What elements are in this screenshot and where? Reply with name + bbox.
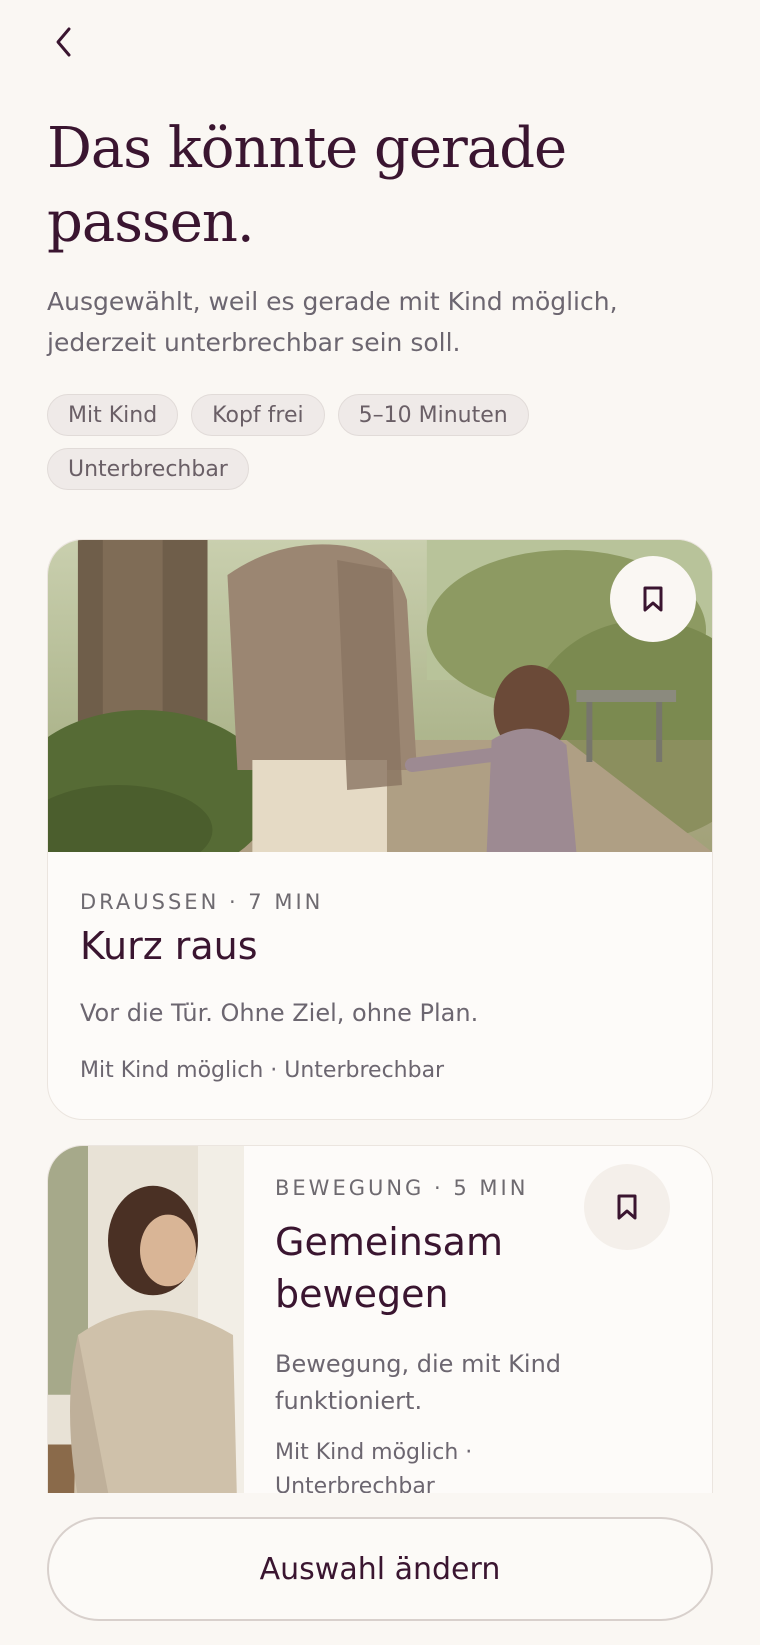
chevron-left-icon [56, 27, 71, 57]
card-title: Gemeinsam bewegen [275, 1220, 503, 1316]
card-title: Kurz raus [80, 924, 258, 968]
bookmark-button[interactable] [584, 1164, 670, 1250]
bookmark-button[interactable] [610, 556, 696, 642]
suggestion-card[interactable]: DRAUSSEN · 7 MIN Kurz raus Vor die Tür. … [47, 539, 713, 1120]
bookmark-icon [643, 586, 663, 612]
suggestion-card[interactable]: BEWEGUNG · 5 MIN Gemeinsam bewegen Beweg… [47, 1145, 713, 1545]
chip-mit-kind[interactable]: Mit Kind [47, 394, 179, 436]
page-subtitle: Ausgewählt, weil es gerade mit Kind mögl… [47, 287, 618, 357]
chip-kopf-frei[interactable]: Kopf frei [191, 394, 325, 436]
chip-unterbrechbar[interactable]: Unterbrechbar [47, 448, 249, 490]
card-photo-woman [48, 1146, 244, 1544]
filter-chips: Mit Kind Kopf frei 5–10 Minuten Unterbre… [47, 394, 727, 490]
chip-duration[interactable]: 5–10 Minuten [337, 394, 529, 436]
card-description: Bewegung, die mit Kind funktioniert. [275, 1350, 562, 1415]
card-description: Vor die Tür. Ohne Ziel, ohne Plan. [80, 999, 479, 1027]
card-meta: DRAUSSEN · 7 MIN [80, 890, 324, 914]
card-meta: BEWEGUNG · 5 MIN [275, 1176, 529, 1200]
back-button[interactable] [44, 22, 84, 62]
change-selection-button[interactable]: Auswahl ändern [47, 1517, 713, 1621]
page-title: Das könnte gerade passen. [47, 116, 567, 255]
bookmark-icon [617, 1194, 637, 1220]
card-tags: Mit Kind möglich · Unterbrechbar [80, 1058, 445, 1083]
